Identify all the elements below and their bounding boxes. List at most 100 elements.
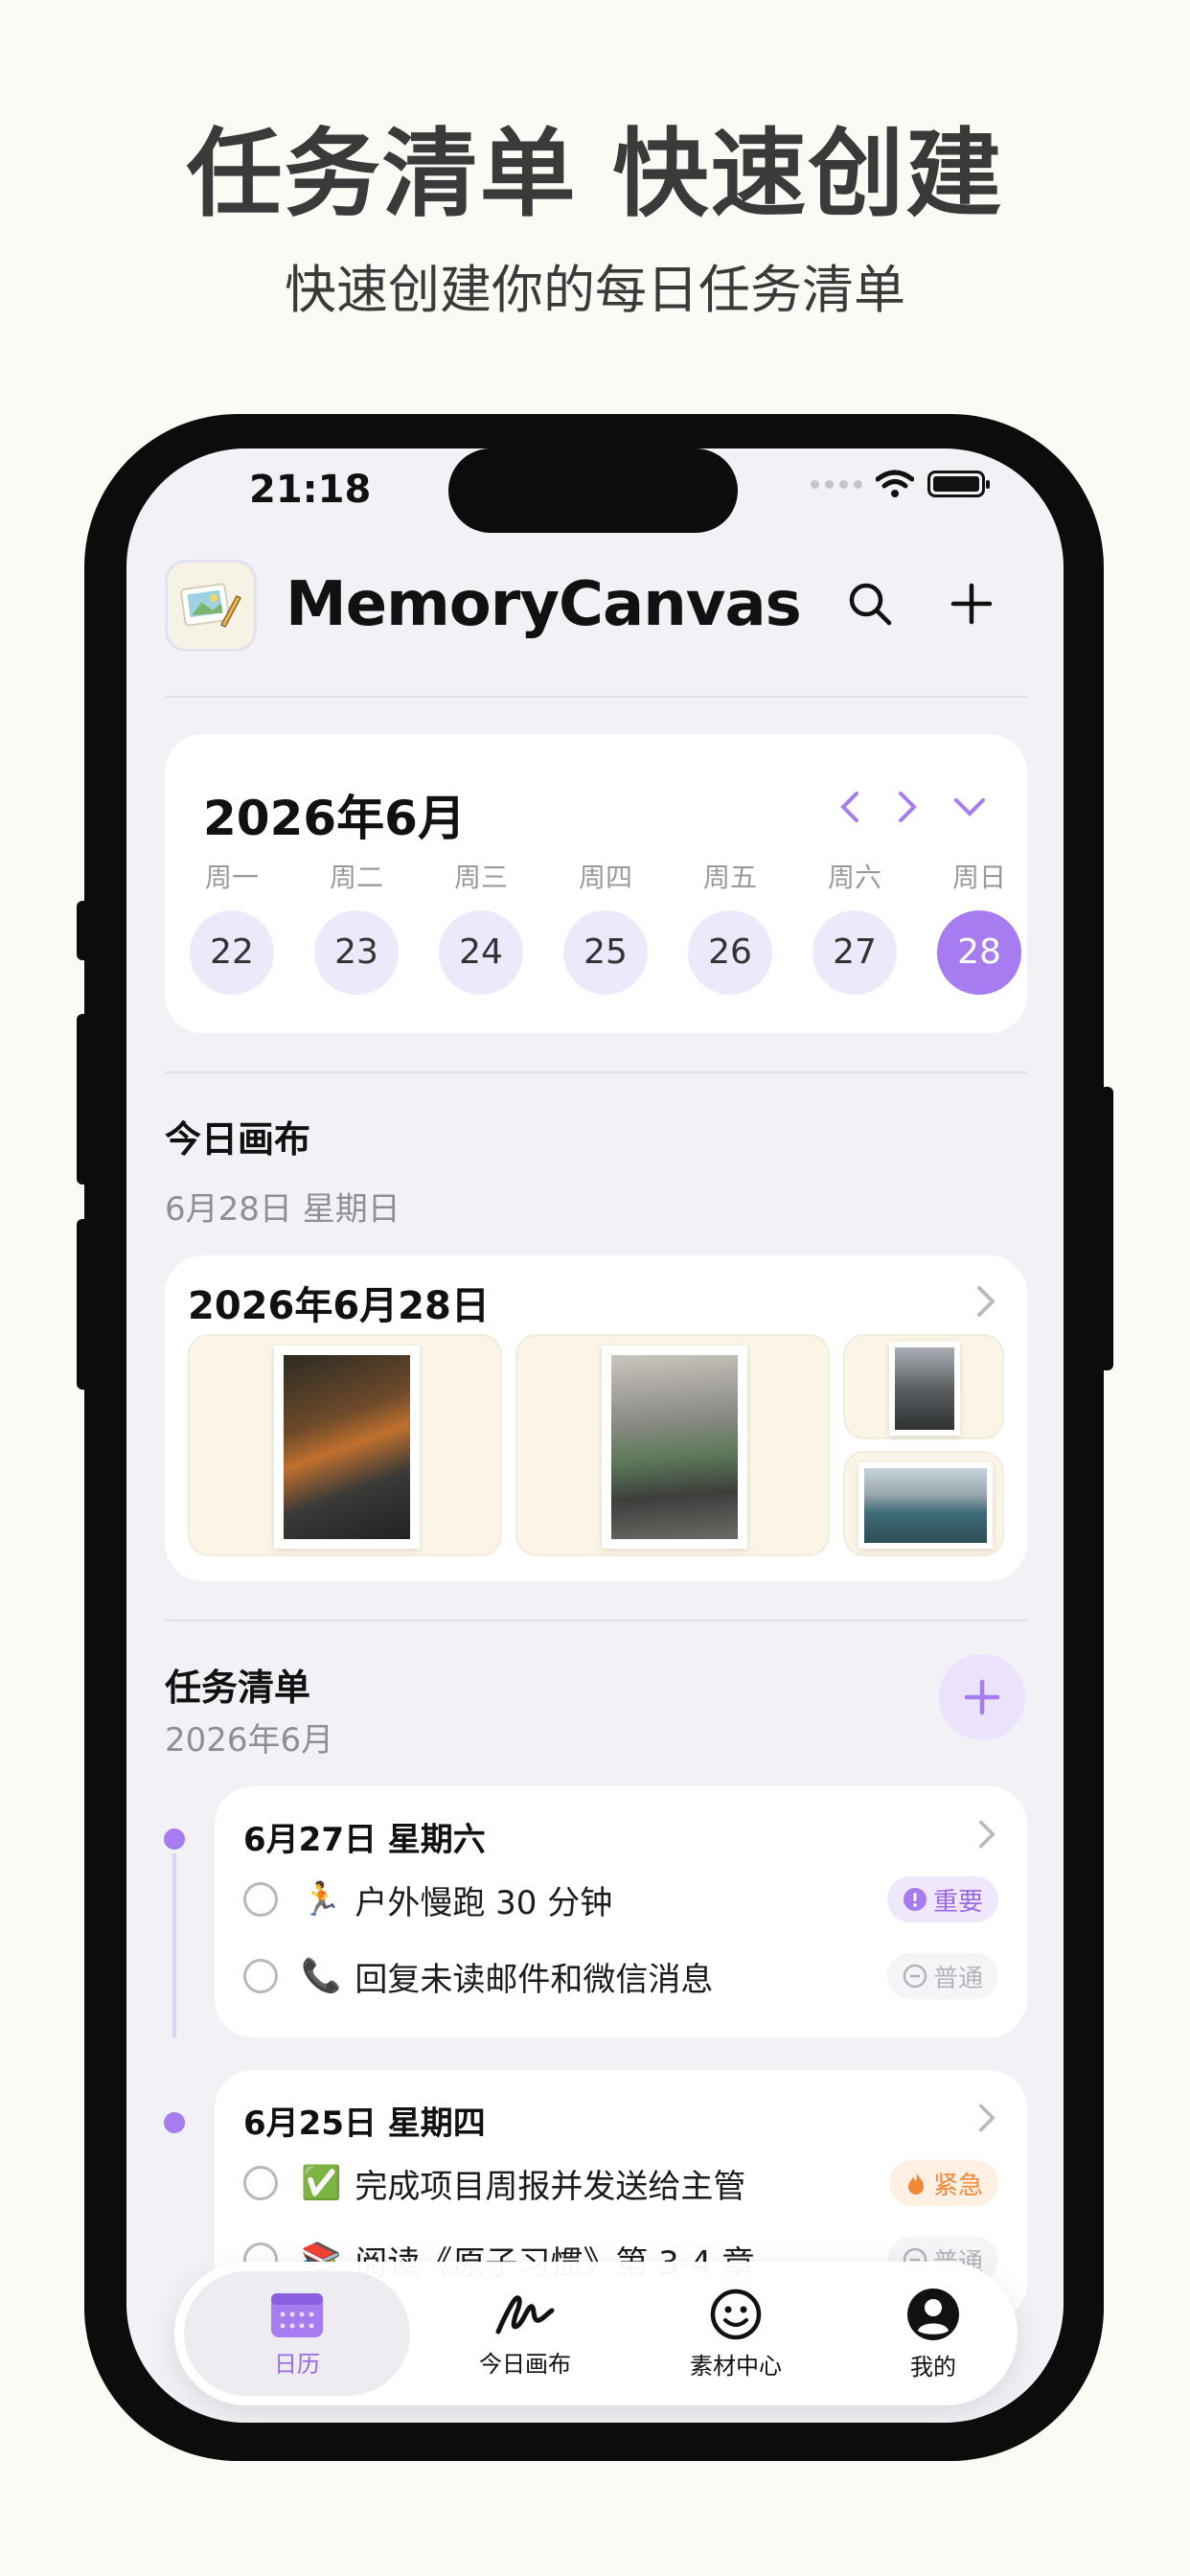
calendar-nav (835, 788, 989, 826)
canvas-thumbnail[interactable] (843, 1451, 1004, 1556)
canvas-thumbnail[interactable] (188, 1334, 502, 1556)
month-label: 2026年6月 (203, 791, 466, 846)
section-divider (165, 1620, 1027, 1622)
minus-circle-icon (903, 1964, 927, 1989)
date-number[interactable]: 22 (190, 910, 274, 995)
task-item[interactable]: ✅ 完成项目周报并发送给主管 (243, 2154, 745, 2212)
promo-title: 任务清单 快速创建 (186, 118, 1004, 230)
app-logo-icon (165, 560, 257, 652)
weekday-label: 周日 (951, 862, 1006, 893)
day-cell[interactable]: 周六 27 (807, 857, 903, 995)
smiley-icon (710, 2288, 762, 2339)
weekday-label: 周五 (702, 862, 757, 893)
photo-night-street (274, 1346, 420, 1549)
chevron-down-icon[interactable] (950, 788, 989, 826)
search-button[interactable] (841, 575, 899, 632)
date-number-selected[interactable]: 28 (937, 910, 1021, 995)
flame-icon (907, 2172, 924, 2195)
tab-profile[interactable]: 我的 (828, 2271, 1039, 2396)
task-checkbox[interactable] (243, 1882, 278, 1917)
timeline-dot (164, 1828, 185, 1850)
task-emoji: 📞 (301, 1957, 342, 1995)
week-calendar-card: 2026年6月 周一 22 周二 23 周三 24 周四 25 周五 26 周六 27 周日… (165, 734, 1027, 1033)
calendar-icon (271, 2292, 323, 2337)
task-emoji: ✅ (301, 2164, 342, 2202)
task-group-card: 6月27日 星期六 🏃 户外慢跑 30 分钟 重要 📞 回复未读邮件和微信消息 … (215, 1786, 1027, 2037)
timeline-dot (164, 2112, 185, 2133)
date-number[interactable]: 26 (688, 910, 772, 995)
week-row: 周一 22 周二 23 周三 24 周四 25 周五 26 周六 27 周日 28 (184, 857, 1027, 995)
chevron-right-icon[interactable] (975, 2101, 998, 2135)
weekday-label: 周一 (204, 862, 259, 893)
date-number[interactable]: 24 (439, 910, 523, 995)
canvas-thumbnail[interactable] (843, 1334, 1004, 1439)
badge-label: 普通 (932, 1964, 983, 1993)
profile-icon (907, 2288, 959, 2340)
section-divider (165, 1071, 1027, 1073)
header-divider (165, 696, 1027, 698)
task-checkbox[interactable] (243, 2166, 278, 2200)
tab-label: 素材中心 (690, 2352, 782, 2380)
tab-label: 我的 (910, 2353, 956, 2380)
phone-screen: 21:18 MemoryCanvas 2026年6月 周一 22 周二 23 周… (126, 448, 1064, 2423)
chevron-left-icon[interactable] (835, 788, 864, 826)
priority-badge-urgent: 紧急 (888, 2160, 998, 2206)
day-cell-selected[interactable]: 周日 28 (931, 857, 1027, 995)
dynamic-island (448, 448, 738, 533)
task-emoji: 🏃 (301, 1880, 342, 1919)
task-text: 完成项目周报并发送给主管 (355, 2167, 746, 2206)
tab-materials[interactable]: 素材中心 (630, 2271, 841, 2396)
day-cell[interactable]: 周五 26 (682, 857, 778, 995)
exclamation-icon (903, 1888, 927, 1911)
add-task-button[interactable] (939, 1654, 1025, 1740)
status-indicators (811, 470, 990, 498)
date-number[interactable]: 25 (563, 910, 648, 995)
badge-label: 紧急 (932, 2171, 983, 2200)
signal-icon (811, 479, 862, 489)
app-title: MemoryCanvas (286, 569, 802, 640)
tab-calendar[interactable]: 日历 (184, 2271, 410, 2396)
task-group-date: 6月27日 星期六 (243, 1821, 486, 1859)
tab-label: 今日画布 (479, 2350, 571, 2378)
date-number[interactable]: 27 (812, 910, 897, 995)
search-icon (849, 583, 892, 626)
task-list-month: 2026年6月 (165, 1721, 334, 1760)
plus-icon (950, 583, 993, 625)
day-cell[interactable]: 周三 24 (433, 857, 529, 995)
bottom-tab-bar: 日历 今日画布 素材中心 我的 (174, 2262, 1018, 2405)
today-canvas-title: 今日画布 (165, 1118, 311, 1161)
task-item[interactable]: 🏃 户外慢跑 30 分钟 (243, 1871, 612, 1928)
chevron-right-icon[interactable] (975, 1817, 998, 1852)
battery-icon (927, 471, 990, 497)
tab-today-canvas[interactable]: 今日画布 (420, 2271, 630, 2396)
day-cell[interactable]: 周二 23 (309, 857, 404, 995)
weekday-label: 周二 (329, 862, 383, 893)
plus-icon (964, 1679, 1000, 1715)
day-cell[interactable]: 周一 22 (184, 857, 280, 995)
task-text: 户外慢跑 30 分钟 (355, 1883, 613, 1922)
photo-alley (889, 1342, 960, 1436)
add-button[interactable] (943, 575, 1000, 632)
day-cell[interactable]: 周四 25 (558, 857, 653, 995)
timeline-line (172, 1853, 176, 2037)
chevron-right-icon[interactable] (893, 788, 922, 826)
canvas-preview-card[interactable]: 2026年6月28日 (165, 1255, 1027, 1581)
today-canvas-date: 6月28日 星期日 (165, 1190, 400, 1229)
wifi-icon (876, 470, 914, 497)
status-time: 21:18 (249, 468, 372, 512)
date-number[interactable]: 23 (314, 910, 399, 995)
weekday-label: 周四 (578, 862, 632, 893)
photo-scooter-rider (602, 1346, 747, 1549)
promo-subtitle: 快速创建你的每日任务清单 (285, 260, 905, 320)
canvas-thumbnail[interactable] (515, 1334, 830, 1556)
photo-harbor (858, 1462, 993, 1549)
task-text: 回复未读邮件和微信消息 (355, 1960, 714, 1999)
weekday-label: 周六 (827, 862, 881, 893)
task-item[interactable]: 📞 回复未读邮件和微信消息 (243, 1947, 713, 2005)
task-checkbox[interactable] (243, 1959, 278, 1993)
canvas-card-date: 2026年6月28日 (188, 1284, 490, 1328)
tab-label: 日历 (274, 2350, 320, 2378)
task-list-title: 任务清单 (165, 1667, 311, 1709)
priority-badge-important: 重要 (886, 1876, 998, 1922)
badge-label: 重要 (932, 1887, 983, 1917)
